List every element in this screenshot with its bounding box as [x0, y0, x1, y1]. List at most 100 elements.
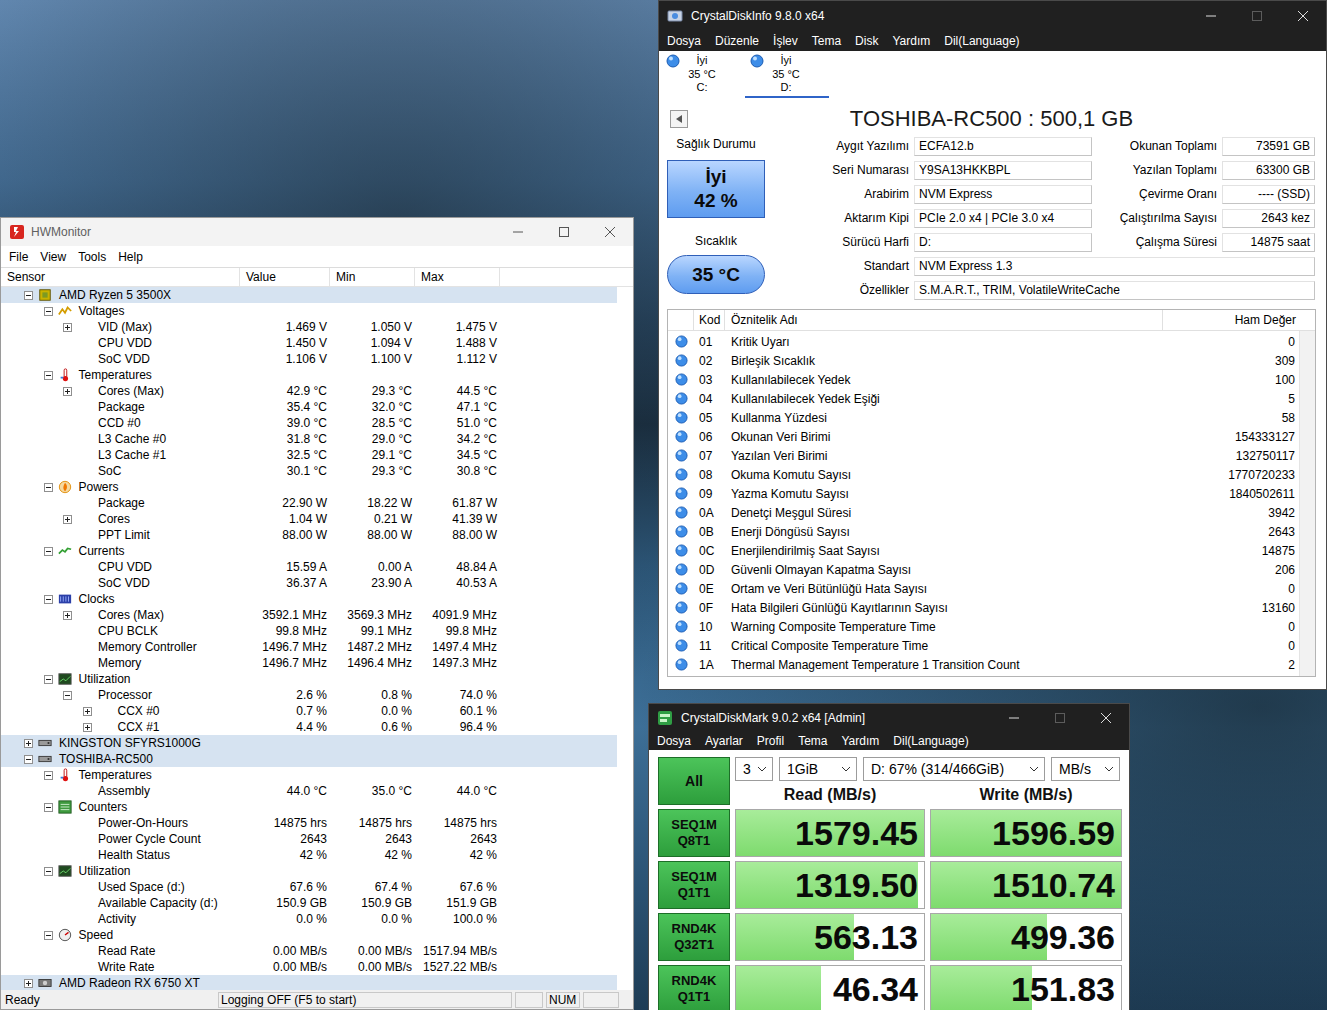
sensor-row[interactable]: KINGSTON SFYRS1000G	[1, 735, 617, 751]
menu-item[interactable]: Düzenle	[708, 34, 766, 48]
expander-icon[interactable]	[44, 771, 53, 780]
expander-icon[interactable]	[63, 323, 72, 332]
test-button[interactable]: SEQ1MQ8T1	[658, 809, 730, 857]
sensor-row[interactable]: CPU VDD1.450 V1.094 V1.488 V	[1, 335, 617, 351]
minimize-button[interactable]	[1188, 1, 1234, 31]
smart-row[interactable]: 0CEnerjilendirilmiş Saat Sayısı14875	[668, 541, 1299, 560]
smart-row[interactable]: 0ADenetçi Meşgul Süresi3942	[668, 503, 1299, 522]
menu-item[interactable]: Yardım	[885, 34, 937, 48]
sensor-row[interactable]: Power-On-Hours14875 hrs14875 hrs14875 hr…	[1, 815, 617, 831]
sensor-row[interactable]: Memory1496.7 MHz1496.4 MHz1497.3 MHz	[1, 655, 617, 671]
menu-item[interactable]: Dil(Language)	[937, 34, 1026, 48]
sensor-row[interactable]: Activity0.0 %0.0 %100.0 %	[1, 911, 617, 927]
expander-icon[interactable]	[44, 483, 53, 492]
column-heading[interactable]: Min	[330, 268, 415, 286]
smart-row[interactable]: 04Kullanılabilecek Yedek Eşiği5	[668, 389, 1299, 408]
smart-row[interactable]: 10Warning Composite Temperature Time0	[668, 617, 1299, 636]
column-heading[interactable]: Value	[240, 268, 330, 286]
sensor-row[interactable]: Read Rate0.00 MB/s0.00 MB/s1517.94 MB/s	[1, 943, 617, 959]
smart-row[interactable]: 03Kullanılabilecek Yedek100	[668, 370, 1299, 389]
smart-row[interactable]: 0DGüvenli Olmayan Kapatma Sayısı206	[668, 560, 1299, 579]
sensor-row[interactable]: TOSHIBA-RC500	[1, 751, 617, 767]
smart-row[interactable]: 11Critical Composite Temperature Time0	[668, 636, 1299, 655]
title-bar[interactable]: HWMonitor	[1, 218, 633, 246]
test-button[interactable]: SEQ1MQ1T1	[658, 861, 730, 909]
column-heading[interactable]: Max	[415, 268, 500, 286]
menu-item[interactable]: Disk	[848, 34, 885, 48]
title-bar[interactable]: CrystalDiskMark 9.0.2 x64 [Admin]	[649, 704, 1129, 732]
sensor-row[interactable]: AMD Ryzen 5 3500X	[1, 287, 617, 303]
title-bar[interactable]: CrystalDiskInfo 9.8.0 x64	[659, 1, 1326, 31]
expander-icon[interactable]	[44, 803, 53, 812]
menu-item[interactable]: Tema	[791, 734, 834, 748]
expander-icon[interactable]	[44, 931, 53, 940]
column-heading[interactable]: Öznitelik Adı	[725, 310, 1163, 330]
sensor-row[interactable]: Processor2.6 %0.8 %74.0 %	[1, 687, 617, 703]
expander-icon[interactable]	[44, 307, 53, 316]
disk-tab[interactable]: İyi35 °CD:	[745, 51, 829, 98]
minimize-button[interactable]	[991, 704, 1037, 732]
expander-icon[interactable]	[24, 291, 33, 300]
smart-row[interactable]: 0EOrtam ve Veri Bütünlüğü Hata Sayısı0	[668, 579, 1299, 598]
sensor-row[interactable]: Cores (Max)3592.1 MHz3569.3 MHz4091.9 MH…	[1, 607, 617, 623]
test-button[interactable]: RND4KQ32T1	[658, 913, 730, 961]
sensor-row[interactable]: Write Rate0.00 MB/s0.00 MB/s1527.22 MB/s	[1, 959, 617, 975]
sensor-row[interactable]: PPT Limit88.00 W88.00 W88.00 W	[1, 527, 617, 543]
expander-icon[interactable]	[24, 755, 33, 764]
column-heading[interactable]: Sensor	[1, 268, 240, 286]
sensor-row[interactable]: Counters	[1, 799, 617, 815]
smart-row[interactable]: 0BEnerji Döngüsü Sayısı2643	[668, 522, 1299, 541]
temperature-value[interactable]: 35 °C	[667, 255, 765, 294]
menu-item[interactable]: Dosya	[650, 734, 698, 748]
expander-icon[interactable]	[44, 675, 53, 684]
sensor-row[interactable]: CPU BCLK99.8 MHz99.1 MHz99.8 MHz	[1, 623, 617, 639]
crystaldiskmark-window[interactable]: CrystalDiskMark 9.0.2 x64 [Admin] DosyaAy…	[648, 703, 1130, 1010]
sensor-row[interactable]: CCD #039.0 °C28.5 °C51.0 °C	[1, 415, 617, 431]
sensor-row[interactable]: SoC VDD1.106 V1.100 V1.112 V	[1, 351, 617, 367]
minimize-button[interactable]	[495, 218, 541, 246]
menu-item[interactable]: View	[34, 250, 72, 264]
sensor-row[interactable]: Cores1.04 W0.21 W41.39 W	[1, 511, 617, 527]
menu-item[interactable]: Ayarlar	[698, 734, 750, 748]
close-button[interactable]	[587, 218, 633, 246]
sensor-row[interactable]: Power Cycle Count264326432643	[1, 831, 617, 847]
maximize-button[interactable]	[541, 218, 587, 246]
sensor-row[interactable]: Voltages	[1, 303, 617, 319]
menu-item[interactable]: İşlev	[766, 34, 805, 48]
sensor-row[interactable]: Assembly44.0 °C35.0 °C44.0 °C	[1, 783, 617, 799]
sensor-row[interactable]: VID (Max)1.469 V1.050 V1.475 V	[1, 319, 617, 335]
sensor-row[interactable]: Used Space (d:)67.6 %67.4 %67.6 %	[1, 879, 617, 895]
settings-dropdown[interactable]: 3	[735, 757, 773, 781]
sensor-row[interactable]: CCX #14.4 %0.6 %96.4 %	[1, 719, 617, 735]
smart-row[interactable]: 07Yazılan Veri Birimi132750117	[668, 446, 1299, 465]
health-status[interactable]: İyi42 %	[667, 160, 765, 218]
scrollbar[interactable]	[1299, 331, 1315, 676]
sensor-row[interactable]: Utilization	[1, 671, 617, 687]
settings-dropdown[interactable]: D: 67% (314/466GiB)	[863, 757, 1045, 781]
sensor-row[interactable]: Temperatures	[1, 767, 617, 783]
sensor-row[interactable]: AMD Radeon RX 6750 XT	[1, 975, 617, 990]
expander-icon[interactable]	[63, 387, 72, 396]
menu-item[interactable]: Profil	[750, 734, 791, 748]
smart-row[interactable]: 02Birleşik Sıcaklık309	[668, 351, 1299, 370]
menu-item[interactable]: Tema	[805, 34, 848, 48]
expander-icon[interactable]	[63, 515, 72, 524]
menu-item[interactable]: Help	[112, 250, 149, 264]
close-button[interactable]	[1083, 704, 1129, 732]
sensor-row[interactable]: Temperatures	[1, 367, 617, 383]
sensor-row[interactable]: Package35.4 °C32.0 °C47.1 °C	[1, 399, 617, 415]
expander-icon[interactable]	[63, 691, 72, 700]
sensor-row[interactable]: Package22.90 W18.22 W61.87 W	[1, 495, 617, 511]
sensor-row[interactable]: SoC VDD36.37 A23.90 A40.53 A	[1, 575, 617, 591]
sensor-row[interactable]: SoC30.1 °C29.3 °C30.8 °C	[1, 463, 617, 479]
menu-item[interactable]: File	[3, 250, 34, 264]
menu-item[interactable]: Yardım	[835, 734, 887, 748]
expander-icon[interactable]	[44, 371, 53, 380]
settings-dropdown[interactable]: 1GiB	[779, 757, 857, 781]
expander-icon[interactable]	[44, 867, 53, 876]
sensor-row[interactable]: Health Status42 %42 %42 %	[1, 847, 617, 863]
crystaldiskinfo-window[interactable]: CrystalDiskInfo 9.8.0 x64DosyaDüzenleİşl…	[658, 0, 1327, 690]
hwmonitor-window[interactable]: HWMonitorFileViewToolsHelpSensorValueMin…	[0, 217, 634, 1010]
smart-row[interactable]: 01Kritik Uyarı0	[668, 332, 1299, 351]
smart-row[interactable]: 09Yazma Komutu Sayısı1840502611	[668, 484, 1299, 503]
